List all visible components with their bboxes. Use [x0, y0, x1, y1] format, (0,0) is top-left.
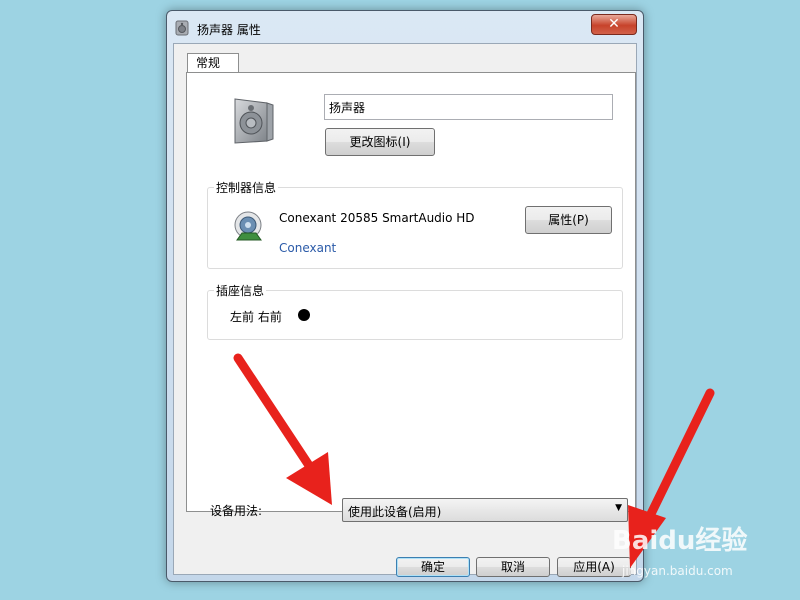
- speaker-small-icon: [175, 20, 189, 36]
- jack-position-text: 左前 右前: [230, 310, 282, 324]
- ok-button[interactable]: 确定: [396, 557, 470, 577]
- dialog-client: 常规 更改图标(I) 控制器信息: [173, 43, 637, 577]
- jack-info-group: 插座信息 左前 右前: [207, 282, 623, 340]
- controller-name: Conexant 20585 SmartAudio HD: [279, 211, 475, 225]
- watermark-url: jingyan.baidu.com: [622, 564, 733, 578]
- controller-vendor-link[interactable]: Conexant: [279, 241, 336, 255]
- window-title: 扬声器 属性: [197, 23, 261, 37]
- speaker-icon: [234, 98, 274, 144]
- change-icon-button[interactable]: 更改图标(I): [325, 128, 435, 156]
- properties-dialog: 扬声器 属性 ✕ 常规 更改图标(I) 控制器信息: [166, 10, 644, 582]
- audio-controller-icon: [234, 211, 262, 241]
- jack-color-dot: [298, 309, 310, 321]
- device-usage-label: 设备用法:: [210, 504, 263, 518]
- controller-properties-button[interactable]: 属性(P): [525, 206, 612, 234]
- watermark-logo-text: Baidu经验: [612, 526, 748, 556]
- device-name-input[interactable]: [324, 94, 613, 120]
- controller-info-group: 控制器信息 Conexant 20585 SmartAudio HD Conex…: [207, 179, 623, 269]
- controller-info-legend: 控制器信息: [214, 179, 279, 196]
- device-usage-select[interactable]: 使用此设备(启用) ▼: [342, 498, 628, 522]
- baidu-watermark: Baidu经验 jingyan.baidu.com: [612, 520, 748, 578]
- close-button[interactable]: ✕: [591, 14, 637, 35]
- apply-button[interactable]: 应用(A): [557, 557, 631, 577]
- tab-general[interactable]: 常规: [187, 53, 239, 73]
- dropdown-arrow-icon: ▼: [615, 503, 622, 513]
- title-bar[interactable]: 扬声器 属性 ✕: [167, 11, 643, 41]
- cancel-button[interactable]: 取消: [476, 557, 550, 577]
- general-panel: 更改图标(I) 控制器信息 Conexant 20585 SmartAudio …: [186, 72, 636, 522]
- device-usage-value: 使用此设备(启用): [348, 505, 442, 519]
- jack-info-legend: 插座信息: [214, 282, 267, 299]
